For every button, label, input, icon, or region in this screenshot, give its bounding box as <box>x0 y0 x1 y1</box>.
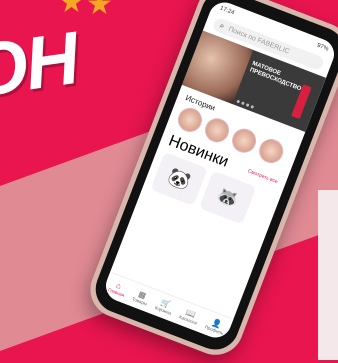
background-panel <box>318 190 338 360</box>
status-battery: 97% <box>315 42 330 53</box>
story-item[interactable] <box>255 135 287 167</box>
bottom-tab-bar: ⌂ Главная ▦ Товары 🛒 Корзина 📖 Каталоги 👤 Про… <box>101 271 234 343</box>
story-item[interactable] <box>174 104 206 136</box>
tab-label: Товары <box>131 295 148 307</box>
search-icon: ⌕ <box>218 20 226 31</box>
tab-home[interactable]: ⌂ Главная <box>107 279 128 297</box>
star-icon: ★ <box>86 0 113 21</box>
status-time: 17:24 <box>218 5 236 17</box>
story-item[interactable] <box>228 125 260 157</box>
app-screen: 17:24 97% ⌕ Поиск по FABERLIC МАТОВОЕ ПР… <box>101 0 338 343</box>
story-item[interactable] <box>201 114 233 146</box>
panda-mask-icon: 🐼 <box>165 165 194 192</box>
promo-headline: ОН <box>0 15 83 114</box>
tab-products[interactable]: ▦ Товары <box>132 288 151 306</box>
see-all-link[interactable]: Смотреть все <box>247 168 279 185</box>
tab-profile[interactable]: 👤 Профиль <box>204 316 227 335</box>
raccoon-mask-icon: 🦝 <box>213 183 242 211</box>
tab-cart[interactable]: 🛒 Корзина <box>154 297 175 315</box>
tab-catalogs[interactable]: 📖 Каталоги <box>179 306 201 325</box>
carousel-dots <box>236 99 255 109</box>
